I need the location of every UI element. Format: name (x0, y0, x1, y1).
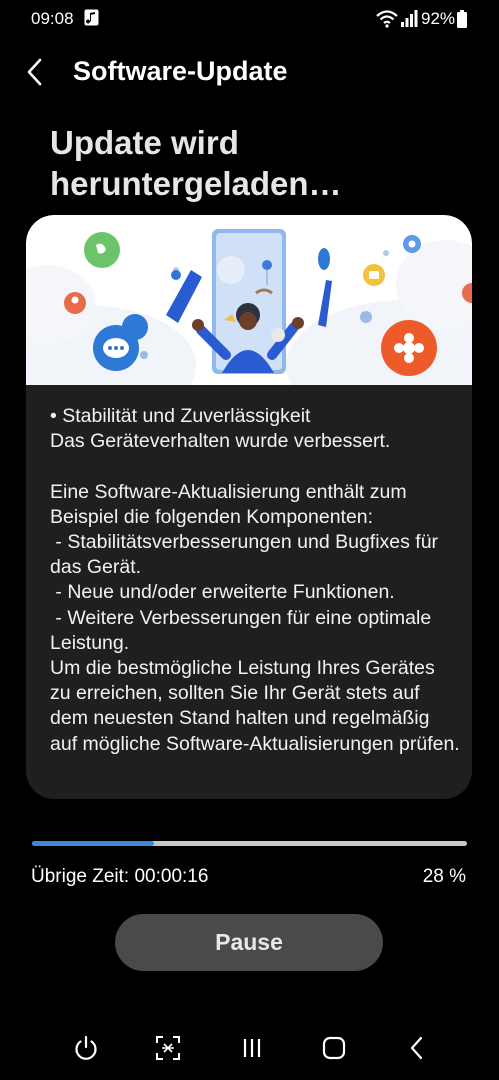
back-icon (410, 1036, 423, 1060)
media-icon (84, 9, 99, 26)
download-progress-bar (32, 841, 467, 846)
nav-back-button[interactable] (399, 1030, 435, 1066)
remaining-time: Übrige Zeit: 00:00:16 (31, 866, 209, 887)
download-percent: 28 % (422, 866, 466, 887)
page-title: Software-Update (73, 56, 288, 86)
recents-icon (243, 1039, 261, 1057)
update-illustration (26, 215, 472, 385)
power-icon (75, 1035, 97, 1060)
home-icon (322, 1036, 346, 1060)
chevron-left-icon (27, 58, 42, 86)
power-button[interactable] (68, 1030, 104, 1066)
release-notes-text: • Stabilität und Zuverlässigkeit Das Ger… (50, 405, 460, 755)
status-time: 09:08 (31, 9, 74, 28)
signal-icon (401, 10, 418, 27)
navigation-bar (0, 1020, 499, 1076)
recents-button[interactable] (234, 1030, 270, 1066)
battery-icon (457, 10, 467, 28)
release-notes-card: • Stabilität und Zuverlässigkeit Das Ger… (26, 215, 472, 799)
battery-percent: 92% (421, 9, 456, 28)
home-button[interactable] (316, 1030, 352, 1066)
scan-icon (156, 1036, 180, 1060)
wifi-icon (376, 10, 398, 28)
app-header: Software-Update (0, 40, 499, 110)
download-progress-fill (32, 841, 154, 846)
back-button[interactable] (18, 54, 54, 90)
status-bar: 09:08 92% (0, 0, 499, 40)
scan-button[interactable] (150, 1030, 186, 1066)
download-status-headline: Update wird heruntergeladen… (50, 124, 342, 202)
pause-button[interactable]: Pause (115, 914, 383, 971)
